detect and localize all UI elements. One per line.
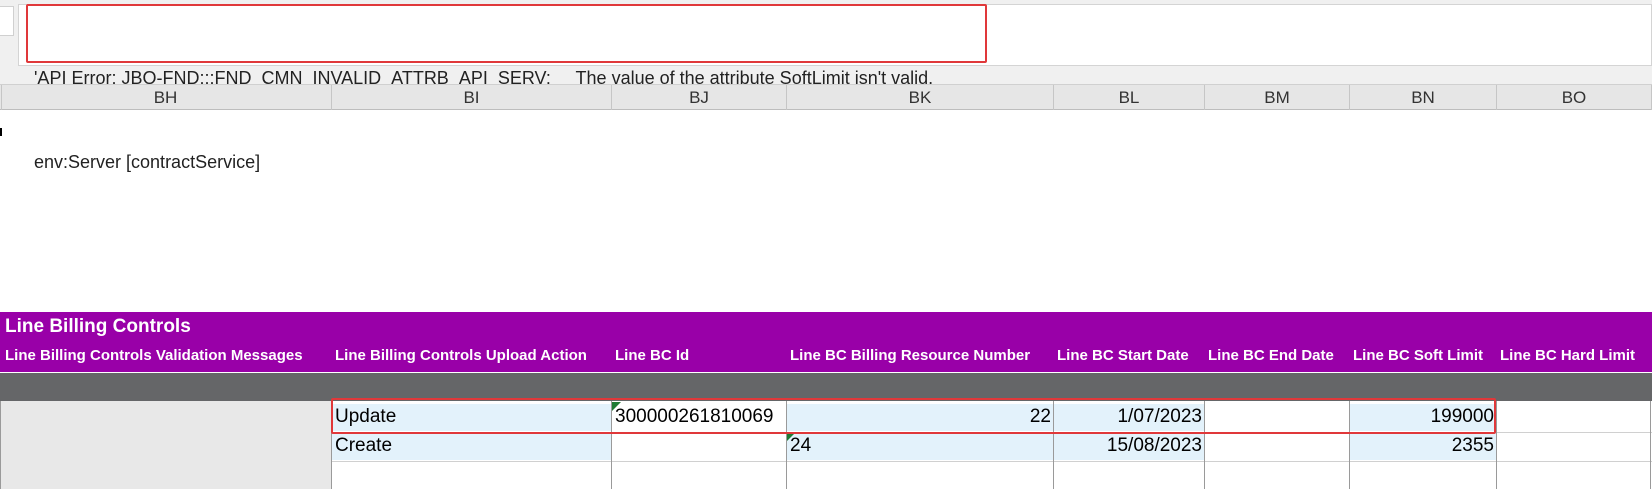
- row2-hard-limit[interactable]: [1497, 433, 1652, 460]
- row2-billing-resource-number[interactable]: 24: [787, 433, 1054, 460]
- row-marker: [0, 128, 2, 136]
- name-box[interactable]: [0, 6, 14, 36]
- formula-line-2: env:Server [contractService]: [34, 152, 261, 172]
- header-validation-messages[interactable]: Line Billing Controls Validation Message…: [5, 346, 303, 366]
- row-highlight-box: [331, 398, 1496, 434]
- column-header-bn[interactable]: BN: [1350, 85, 1497, 110]
- column-header-bl[interactable]: BL: [1054, 85, 1205, 110]
- row2-upload-action[interactable]: Create: [332, 433, 612, 460]
- validation-messages-cell[interactable]: [0, 401, 332, 489]
- header-hard-limit[interactable]: Line BC Hard Limit: [1500, 346, 1635, 366]
- column-divider: [1650, 401, 1651, 489]
- row2-start-date[interactable]: 15/08/2023: [1054, 433, 1205, 460]
- header-billing-resource-number[interactable]: Line BC Billing Resource Number: [790, 346, 1030, 366]
- row-divider: [332, 461, 1652, 462]
- error-highlight-box: [26, 4, 987, 63]
- column-header-bi[interactable]: BI: [332, 85, 612, 110]
- column-header-bm[interactable]: BM: [1205, 85, 1350, 110]
- section-header: Line Billing Controls Line Billing Contr…: [0, 312, 1652, 372]
- column-header-bk[interactable]: BK: [787, 85, 1054, 110]
- column-divider: [1496, 401, 1497, 489]
- header-bc-id[interactable]: Line BC Id: [615, 346, 689, 366]
- column-header-bh[interactable]: BH: [0, 85, 332, 110]
- column-header-bj[interactable]: BJ: [612, 85, 787, 110]
- section-title: Line Billing Controls: [5, 316, 191, 337]
- gray-band-row: [0, 373, 1652, 401]
- row2-bc-id[interactable]: [612, 433, 787, 460]
- header-soft-limit[interactable]: Line BC Soft Limit: [1353, 346, 1483, 366]
- column-header-row: BH BI BJ BK BL BM BN BO: [0, 85, 1652, 110]
- column-divider: [0, 401, 1, 489]
- column-header-bo[interactable]: BO: [1497, 85, 1652, 110]
- row2-soft-limit[interactable]: 2355: [1350, 433, 1497, 460]
- header-upload-action[interactable]: Line Billing Controls Upload Action: [335, 346, 587, 366]
- header-end-date[interactable]: Line BC End Date: [1208, 346, 1334, 366]
- row1-hard-limit[interactable]: [1497, 404, 1652, 431]
- row2-end-date[interactable]: [1205, 433, 1350, 460]
- header-start-date[interactable]: Line BC Start Date: [1057, 346, 1189, 366]
